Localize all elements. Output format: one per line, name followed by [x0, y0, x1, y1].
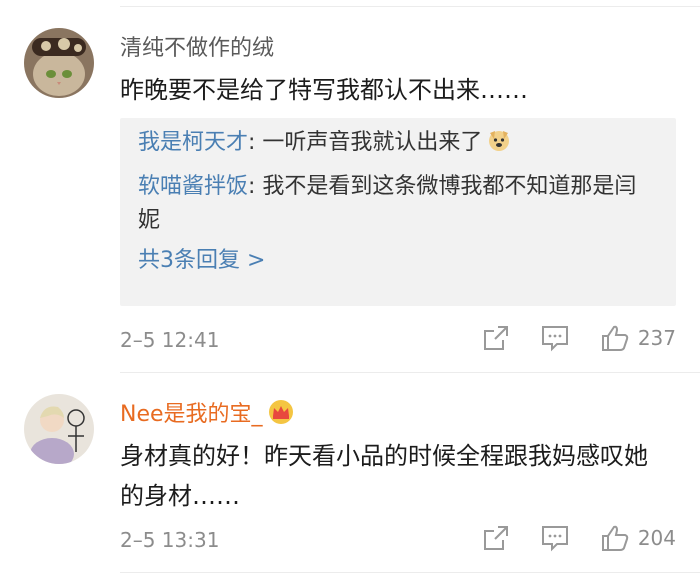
share-icon — [483, 526, 508, 550]
like-button[interactable]: 237 — [600, 324, 676, 352]
comment-text: 身材真的好！昨天看小品的时候全程跟我妈感叹她的身材…… — [120, 442, 648, 510]
comment-icon — [541, 326, 568, 352]
share-button[interactable] — [482, 524, 510, 552]
like-icon — [601, 525, 629, 551]
dog-emoji-icon — [486, 127, 512, 164]
action-bar: 204 — [452, 524, 676, 552]
reply-username[interactable]: 软喵酱拌饭 — [138, 174, 248, 199]
top-divider — [120, 6, 700, 7]
username[interactable]: 清纯不做作的绒 — [120, 30, 274, 62]
username[interactable]: Nee是我的宝_ — [120, 396, 295, 431]
reply-text: : 一听声音我就认出来了 — [248, 130, 483, 155]
share-button[interactable] — [482, 324, 510, 352]
reply-username[interactable]: 我是柯天才 — [138, 130, 248, 155]
reply-box[interactable]: 我是柯天才: 一听声音我就认出来了 软喵酱拌饭: 我不是看到这条微博我都不知道那… — [120, 118, 676, 306]
comment-button[interactable] — [540, 524, 570, 552]
comment-icon — [541, 526, 568, 552]
like-icon — [601, 325, 629, 351]
comment-button[interactable] — [540, 324, 570, 352]
like-count: 237 — [637, 326, 676, 350]
crown-badge-icon — [267, 399, 295, 431]
reply-item: 软喵酱拌饭: 我不是看到这条微博我都不知道那是闫妮 — [138, 170, 658, 238]
comment-divider — [120, 572, 700, 573]
person-avatar-image — [24, 394, 94, 464]
action-bar: 237 — [452, 324, 676, 352]
like-button[interactable]: 204 — [600, 524, 676, 552]
comment-meta: 2–5 13:31 204 — [120, 524, 676, 556]
comment-divider — [120, 372, 700, 373]
comment-meta: 2–5 12:41 237 — [120, 324, 676, 356]
avatar[interactable] — [24, 28, 94, 98]
timestamp: 2–5 13:31 — [120, 528, 220, 552]
timestamp: 2–5 12:41 — [120, 328, 220, 352]
cat-avatar-image — [24, 28, 94, 98]
username-text: Nee是我的宝_ — [120, 402, 263, 427]
share-icon — [483, 326, 508, 350]
comment-text: 昨晚要不是给了特写我都认不出来…… — [120, 76, 528, 104]
avatar[interactable] — [24, 394, 94, 464]
like-count: 204 — [637, 526, 676, 550]
reply-item: 我是柯天才: 一听声音我就认出来了 — [138, 126, 658, 164]
more-replies-link[interactable]: 共3条回复 > — [138, 244, 658, 278]
